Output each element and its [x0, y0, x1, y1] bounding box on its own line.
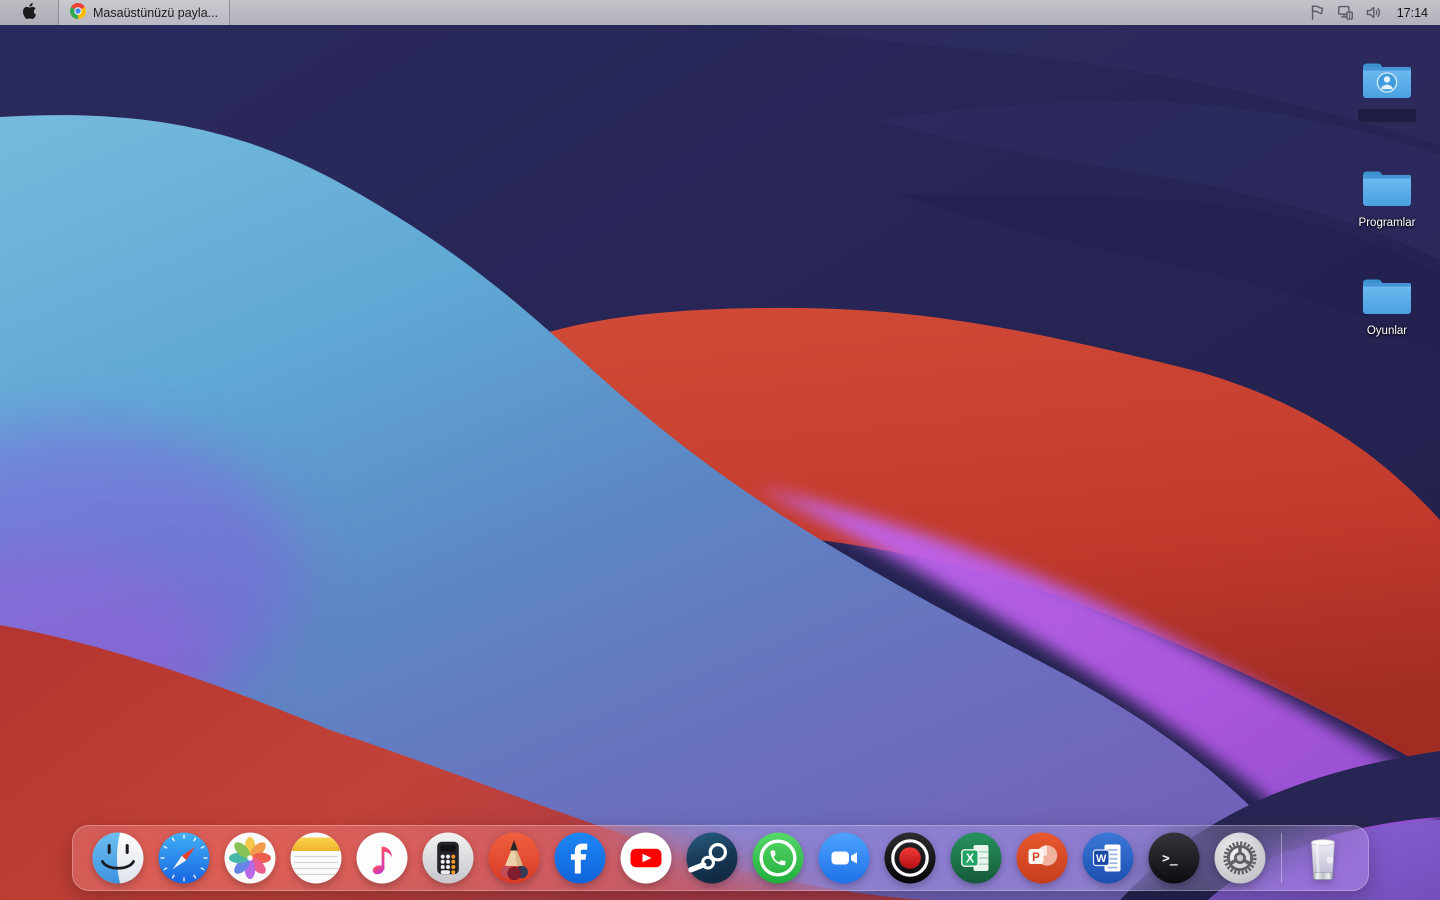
trash-icon [1311, 839, 1335, 880]
chrome-icon [69, 2, 87, 22]
record-icon [884, 832, 936, 884]
desktop-icon-label: Oyunlar [1366, 325, 1408, 337]
svg-text:X: X [966, 852, 975, 866]
desktop-icon-label: Programlar [1358, 217, 1416, 229]
folder-icon [1360, 275, 1414, 322]
dock-item-powerpoint[interactable]: P [1016, 832, 1068, 884]
svg-text:W: W [1096, 853, 1107, 865]
facebook-icon [554, 832, 606, 884]
music-icon [356, 832, 408, 884]
dock-item-word[interactable]: W [1082, 832, 1134, 884]
flag-icon[interactable] [1306, 0, 1329, 25]
dock-item-music[interactable] [356, 832, 408, 884]
desktop-icon-label [1358, 109, 1416, 122]
menu-bar: Masaüstünüzü payla... 17:14 [0, 0, 1440, 25]
dock-item-notes[interactable] [290, 832, 342, 884]
finder-icon [92, 832, 144, 884]
dock-item-excel[interactable]: X [950, 832, 1002, 884]
speaker-icon[interactable] [1362, 0, 1385, 25]
excel-icon: X [950, 832, 1002, 884]
menubar-clock: 17:14 [1396, 5, 1428, 20]
dock-item-settings[interactable] [1214, 832, 1266, 884]
dock-item-zoom[interactable] [818, 832, 870, 884]
zoom-icon [818, 832, 870, 884]
word-icon: W [1082, 832, 1134, 884]
dock-item-calculator[interactable] [422, 832, 474, 884]
desktop-icon-oyunlar[interactable]: Oyunlar [1352, 275, 1422, 338]
dock-item-terminal[interactable]: >_ [1148, 832, 1200, 884]
remote-desktop-screen: Masaüstünüzü payla... 17:14 Programlar O… [0, 0, 1440, 900]
menubar-spacer [230, 0, 1306, 25]
photos-icon [224, 832, 276, 884]
desktop-icon-programlar[interactable]: Programlar [1352, 167, 1422, 230]
youtube-icon [620, 832, 672, 884]
safari-icon [158, 832, 210, 884]
dock-item-record[interactable] [884, 832, 936, 884]
wallpaper-big-sur [0, 25, 1440, 900]
svg-text:>_: >_ [1162, 852, 1178, 867]
dock-item-finder[interactable] [92, 832, 144, 884]
app-tab-title: Masaüstünüzü payla... [93, 5, 219, 20]
steam-icon [686, 832, 738, 884]
network-icon[interactable] [1334, 0, 1357, 25]
desktop-icon-user-folder[interactable] [1352, 59, 1422, 122]
powerpoint-icon: P [1016, 832, 1068, 884]
folder-icon [1360, 167, 1414, 214]
dock-item-youtube[interactable] [620, 832, 672, 884]
system-tray: 17:14 [1306, 0, 1440, 25]
apple-menu[interactable] [0, 0, 58, 25]
sketch-icon [488, 832, 540, 884]
calculator-icon [422, 832, 474, 884]
dock-item-steam[interactable] [686, 832, 738, 884]
dock-item-trash[interactable] [1297, 832, 1349, 884]
dock-item-photos[interactable] [224, 832, 276, 884]
dock-item-sketch[interactable] [488, 832, 540, 884]
svg-text:P: P [1032, 852, 1040, 864]
folder-user-icon [1360, 59, 1414, 106]
active-app-tab[interactable]: Masaüstünüzü payla... [58, 0, 231, 25]
dock-separator [1281, 833, 1282, 883]
dock-item-facebook[interactable] [554, 832, 606, 884]
whatsapp-icon [752, 832, 804, 884]
dock: X P W >_ [72, 825, 1369, 891]
apple-logo-icon [22, 3, 36, 22]
dock-item-whatsapp[interactable] [752, 832, 804, 884]
dock-item-safari[interactable] [158, 832, 210, 884]
terminal-icon: >_ [1148, 832, 1200, 884]
notes-icon [290, 832, 342, 884]
desktop: Programlar Oyunlar X P W >_ [0, 25, 1440, 900]
settings-icon [1214, 832, 1266, 884]
